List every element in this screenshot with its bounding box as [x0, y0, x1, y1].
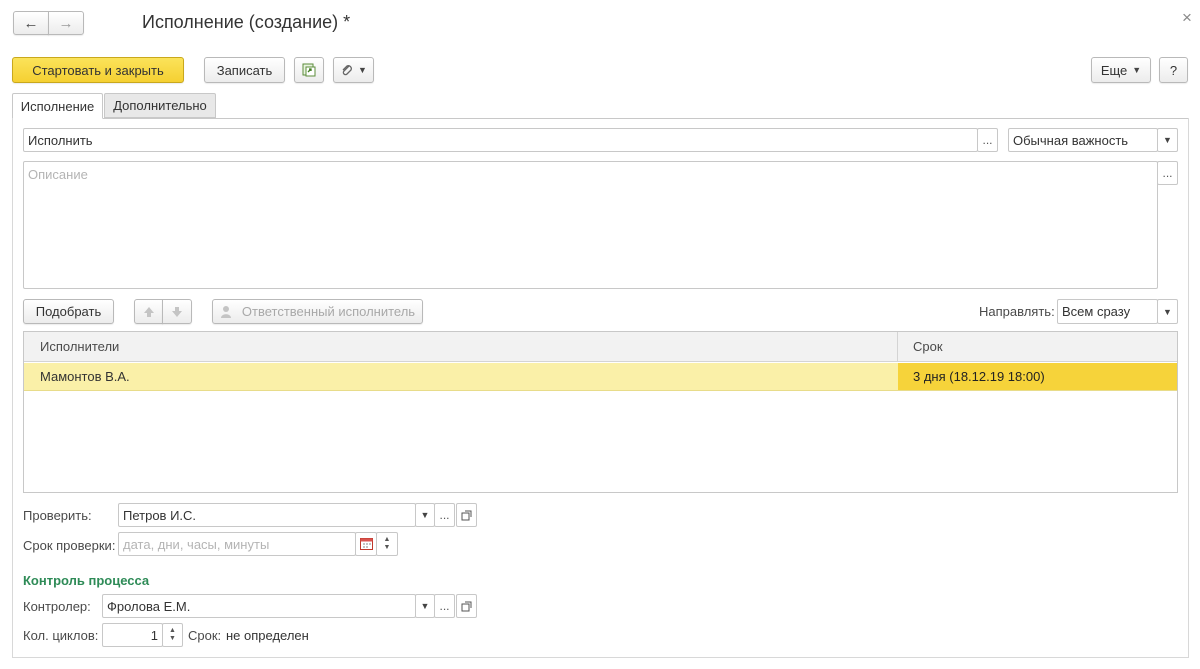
copy-link-button[interactable] [294, 57, 324, 83]
paperclip-icon [342, 65, 352, 76]
chevron-down-icon: ▼ [420, 601, 430, 611]
arrow-down-icon [172, 306, 182, 317]
copy-link-icon [302, 63, 316, 77]
stepper-down-icon: ▼ [169, 635, 176, 642]
send-mode-select[interactable]: Всем сразу [1057, 299, 1158, 324]
responsible-performer-label: Ответственный исполнитель [241, 304, 416, 319]
check-label: Проверить: [23, 508, 92, 523]
term-label: Срок: [188, 628, 222, 643]
term-value: не определен [226, 628, 309, 643]
help-button[interactable]: ? [1159, 57, 1188, 83]
calendar-button[interactable] [355, 532, 377, 556]
send-label: Направлять: [979, 304, 1055, 319]
tab-additional-label: Дополнительно [113, 98, 207, 113]
deadline-value: 3 дня (18.12.19 18:00) [913, 369, 1045, 384]
description-textarea[interactable]: Описание [23, 161, 1158, 289]
open-window-icon [461, 510, 472, 520]
cycles-label: Кол. циклов: [23, 628, 99, 643]
more-button[interactable]: Еще ▼ [1091, 57, 1151, 83]
tab-execution-label: Исполнение [20, 98, 95, 114]
form-right-border [1188, 118, 1189, 658]
chevron-down-icon: ▼ [1132, 65, 1142, 75]
task-name-value: Исполнить [28, 132, 93, 148]
start-and-close-button[interactable]: Стартовать и закрыть [12, 57, 184, 83]
controller-select-button[interactable]: ... [434, 594, 455, 618]
tab-strip-line [12, 118, 1188, 119]
ellipsis-icon: ... [1162, 166, 1173, 180]
checker-open-button[interactable] [456, 503, 477, 527]
column-header-performers[interactable]: Исполнители [40, 339, 119, 354]
save-button[interactable]: Записать [204, 57, 285, 83]
form-left-border [12, 118, 13, 658]
calendar-icon [359, 538, 373, 550]
move-up-button[interactable] [134, 299, 163, 324]
ellipsis-icon: ... [439, 508, 450, 522]
person-icon [220, 305, 231, 318]
chevron-down-icon: ▼ [420, 510, 430, 520]
check-deadline-placeholder: дата, дни, часы, минуты [123, 536, 270, 552]
deadline-cell[interactable]: 3 дня (18.12.19 18:00) [898, 363, 1177, 390]
column-header-deadline[interactable]: Срок [913, 339, 943, 354]
forward-button[interactable]: → [48, 11, 84, 35]
importance-value: Обычная важность [1013, 132, 1129, 148]
arrow-right-icon: → [58, 14, 74, 32]
send-mode-dropdown-button[interactable]: ▼ [1157, 299, 1178, 324]
send-mode-value: Всем сразу [1062, 304, 1131, 319]
move-down-button[interactable] [162, 299, 192, 324]
description-placeholder: Описание [28, 167, 88, 182]
attachments-button[interactable]: ▼ [333, 57, 374, 83]
arrow-up-icon [143, 306, 154, 317]
table-header: Исполнители Срок [24, 332, 1177, 362]
importance-dropdown-button[interactable]: ▼ [1157, 128, 1178, 152]
stepper-down-icon: ▼ [383, 544, 391, 551]
cycles-stepper[interactable]: ▲ ▼ [162, 623, 183, 647]
cycles-field[interactable]: 1 [102, 623, 163, 647]
checker-dropdown-button[interactable]: ▼ [415, 503, 435, 527]
back-button[interactable]: ← [13, 11, 49, 35]
close-icon[interactable]: × [1182, 8, 1192, 28]
chevron-down-icon: ▼ [358, 65, 367, 75]
tab-execution[interactable]: Исполнение [12, 93, 103, 119]
task-name-select-button[interactable]: ... [977, 128, 998, 152]
chevron-down-icon: ▼ [1163, 135, 1172, 145]
controller-open-button[interactable] [456, 594, 477, 618]
more-label: Еще [1100, 62, 1128, 78]
checker-value: Петров И.С. [123, 507, 197, 523]
column-divider [897, 332, 898, 362]
stepper-up-icon: ▲ [383, 536, 391, 543]
chevron-down-icon: ▼ [1163, 306, 1172, 317]
start-and-close-label: Стартовать и закрыть [32, 62, 164, 78]
process-control-heading: Контроль процесса [23, 573, 150, 588]
save-label: Записать [216, 62, 273, 78]
window-title: Исполнение (создание) * [142, 12, 351, 32]
responsible-performer-button[interactable]: Ответственный исполнитель [212, 299, 423, 324]
controller-value: Фролова Е.М. [107, 598, 191, 614]
table-row[interactable]: Мамонтов В.А. 3 дня (18.12.19 18:00) [24, 363, 1177, 391]
checker-select-button[interactable]: ... [434, 503, 455, 527]
controller-label: Контролер: [23, 599, 91, 614]
select-performers-button[interactable]: Подобрать [23, 299, 114, 324]
controller-dropdown-button[interactable]: ▼ [415, 594, 435, 618]
form-bottom-border [12, 657, 1188, 658]
open-window-icon [461, 601, 472, 611]
description-open-button[interactable]: ... [1157, 161, 1178, 185]
ellipsis-icon: ... [982, 133, 993, 147]
task-name-field[interactable]: Исполнить [23, 128, 978, 152]
check-deadline-field[interactable]: дата, дни, часы, минуты [118, 532, 356, 556]
check-deadline-stepper[interactable]: ▲ ▼ [376, 532, 398, 556]
checker-field[interactable]: Петров И.С. [118, 503, 416, 527]
controller-field[interactable]: Фролова Е.М. [102, 594, 416, 618]
arrow-left-icon: ← [23, 14, 39, 32]
importance-select[interactable]: Обычная важность [1008, 128, 1158, 152]
cycles-value: 1 [150, 627, 158, 643]
tab-additional[interactable]: Дополнительно [104, 93, 216, 118]
check-deadline-label: Срок проверки: [23, 538, 116, 553]
stepper-up-icon: ▲ [169, 627, 176, 634]
help-label: ? [1169, 62, 1178, 78]
performer-cell[interactable]: Мамонтов В.А. [40, 369, 130, 384]
performers-table: Исполнители Срок Мамонтов В.А. 3 дня (18… [23, 331, 1178, 493]
select-performers-label: Подобрать [35, 304, 102, 319]
ellipsis-icon: ... [439, 599, 450, 613]
